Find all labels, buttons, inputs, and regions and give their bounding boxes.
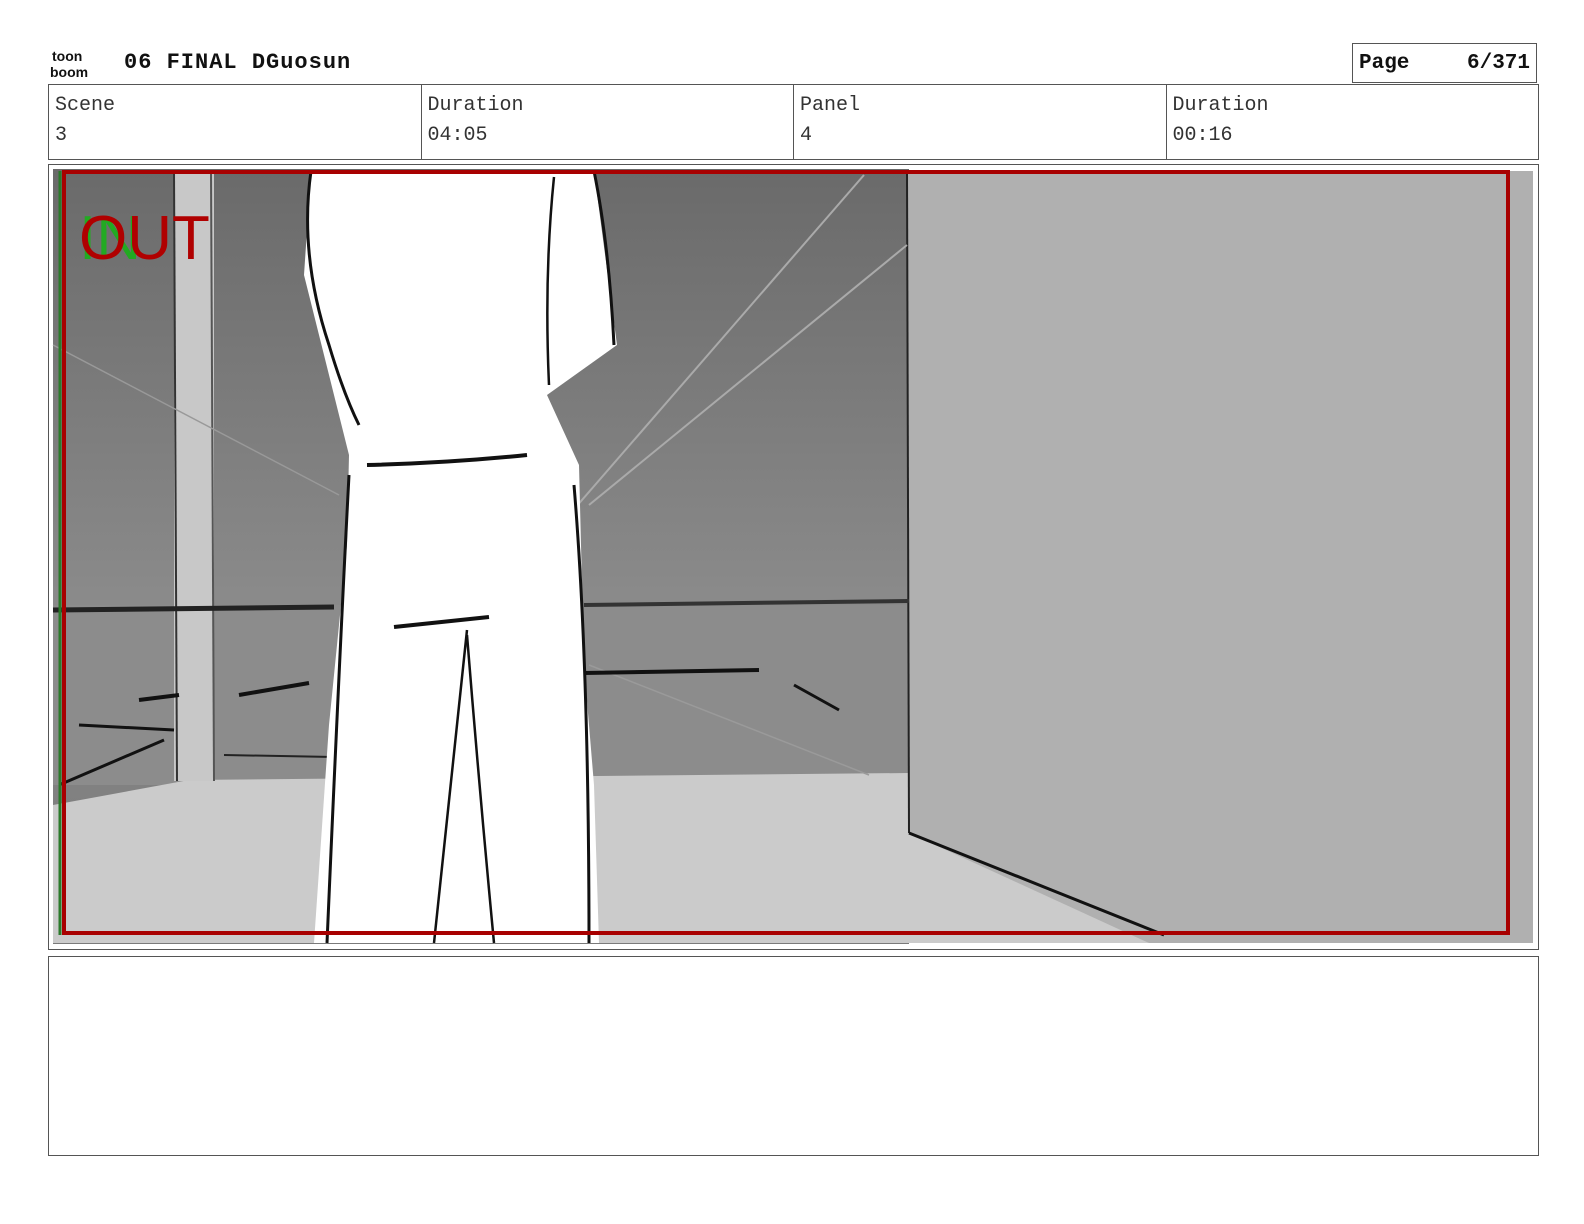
figure-silhouette: [304, 171, 617, 943]
panel-label: Panel: [800, 94, 861, 117]
document-title: 06 FINAL DGuosun: [124, 50, 352, 75]
panel-duration-label: Duration: [1172, 94, 1269, 117]
toonboom-logo: toon boom: [50, 48, 88, 80]
scene-label: Scene: [55, 94, 116, 117]
panel-notes-box[interactable]: [48, 956, 1539, 1156]
storyboard-panel: IN OUT: [48, 164, 1539, 950]
panel-duration-value: 00:16: [1172, 124, 1233, 147]
panel-drawing: IN OUT: [52, 169, 1533, 944]
panel-info-row: Scene 3 Duration 04:05 Panel 4 Duration …: [48, 84, 1539, 160]
scene-duration-cell: Duration 04:05: [422, 85, 794, 159]
scene-value: 3: [55, 124, 68, 147]
logo-text-bottom: boom: [50, 64, 88, 80]
scene-duration-label: Duration: [427, 94, 524, 117]
panel-cell: Panel 4: [794, 85, 1167, 159]
logo-text-top: toon: [52, 48, 82, 64]
panel-duration-cell: Duration 00:16: [1167, 85, 1539, 159]
page-label: Page: [1359, 52, 1410, 75]
scene-duration-value: 04:05: [427, 124, 488, 147]
scene-cell: Scene 3: [49, 85, 422, 159]
page-indicator: Page 6/371: [1352, 43, 1537, 83]
panel-value: 4: [800, 124, 813, 147]
page-value: 6/371: [1466, 52, 1530, 75]
right-wall: [907, 171, 1533, 943]
out-marker: OUT: [79, 204, 210, 273]
